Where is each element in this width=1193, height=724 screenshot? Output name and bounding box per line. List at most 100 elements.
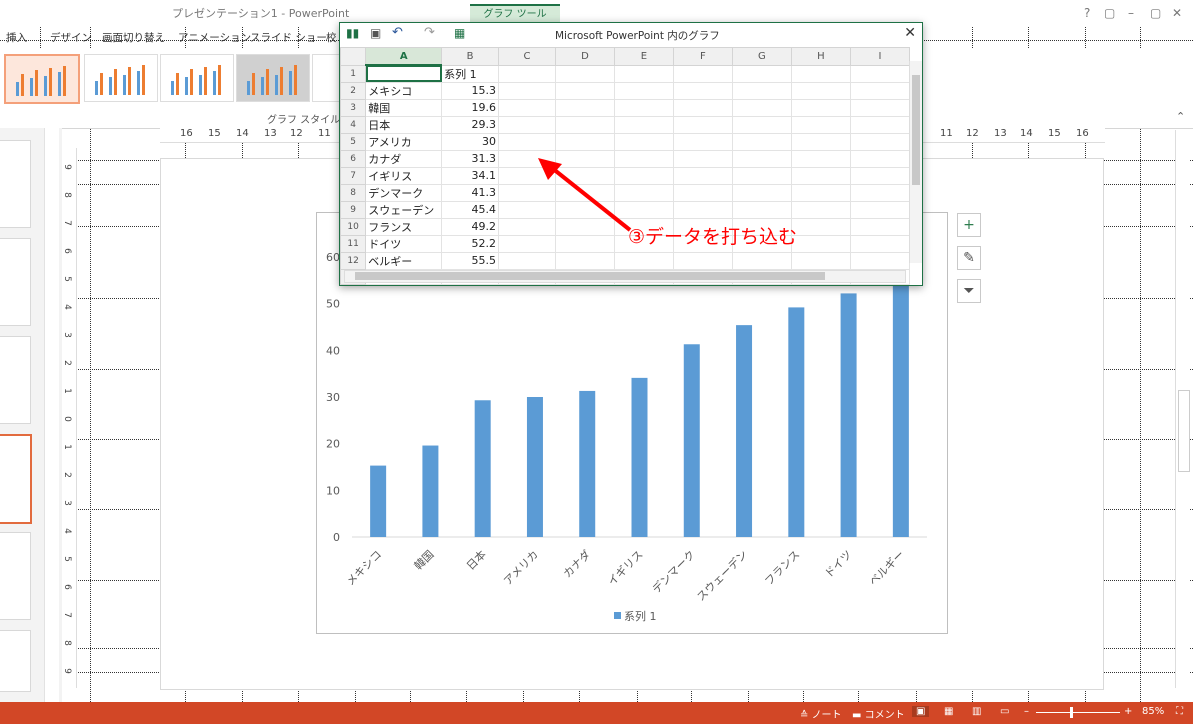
cell[interactable] <box>790 81 851 100</box>
cell[interactable] <box>790 251 851 270</box>
cell[interactable] <box>790 98 851 117</box>
cell[interactable] <box>849 64 911 83</box>
notes-button[interactable]: ≙ ノート <box>800 706 842 721</box>
cell-value[interactable]: 15.3 <box>441 81 500 100</box>
cell[interactable] <box>672 149 733 168</box>
slide-thumbnail[interactable] <box>0 140 31 228</box>
cell-value[interactable]: 19.6 <box>441 98 500 117</box>
cell-label[interactable]: メキシコ <box>365 81 443 100</box>
row-header[interactable]: 1 <box>339 64 367 83</box>
zoom-slider-thumb[interactable] <box>1070 707 1073 718</box>
cell-value[interactable]: 41.3 <box>441 183 500 202</box>
cell[interactable] <box>554 132 615 151</box>
cell-a1[interactable] <box>365 64 443 83</box>
reading-view-icon[interactable]: ▥ <box>972 706 981 717</box>
tab-review[interactable]: 校 <box>326 30 337 45</box>
edit-in-excel-icon[interactable]: ▦ <box>454 26 465 40</box>
restore-icon[interactable]: ▢ <box>1150 6 1161 20</box>
chart-style-5[interactable] <box>312 54 340 102</box>
cell[interactable] <box>731 132 792 151</box>
select-all-corner[interactable] <box>339 47 367 66</box>
row-header[interactable]: 3 <box>339 98 367 117</box>
chart-style-2[interactable] <box>84 54 158 102</box>
zoom-out-icon[interactable]: – <box>1024 706 1029 717</box>
cell-label[interactable]: 韓国 <box>365 98 443 117</box>
tab-animations[interactable]: アニメーション <box>178 30 251 45</box>
cell[interactable] <box>613 132 674 151</box>
cell[interactable] <box>849 115 911 134</box>
chart-elements-button[interactable]: + <box>957 213 981 237</box>
cell-value[interactable]: 52.2 <box>441 234 500 253</box>
cell[interactable] <box>672 166 733 185</box>
cell[interactable] <box>849 81 911 100</box>
cell[interactable] <box>790 64 851 83</box>
undo-icon[interactable]: ↶ <box>392 25 403 40</box>
cell[interactable] <box>849 132 911 151</box>
scroll-thumb[interactable] <box>912 75 920 185</box>
cell-value[interactable]: 49.2 <box>441 217 500 236</box>
cell[interactable] <box>672 132 733 151</box>
column-header[interactable]: F <box>672 47 733 66</box>
comments-button[interactable]: ▬ コメント <box>852 706 905 721</box>
slide-vertical-scrollbar[interactable] <box>1175 130 1190 688</box>
chart-style-4[interactable] <box>236 54 310 102</box>
slide-thumbnail[interactable] <box>0 630 31 692</box>
chart-filters-button[interactable]: ⏷ <box>957 279 981 303</box>
cell[interactable] <box>849 149 911 168</box>
cell-label[interactable]: ドイツ <box>365 234 443 253</box>
chart-style-3[interactable] <box>160 54 234 102</box>
cell[interactable] <box>849 183 911 202</box>
cell[interactable] <box>731 200 792 219</box>
slide-thumbnail[interactable] <box>0 532 31 620</box>
cell[interactable] <box>554 115 615 134</box>
cell[interactable] <box>731 64 792 83</box>
row-header[interactable]: 7 <box>339 166 367 185</box>
cell[interactable] <box>498 115 556 134</box>
cell[interactable] <box>672 200 733 219</box>
cell[interactable] <box>790 132 851 151</box>
cell[interactable] <box>790 183 851 202</box>
cell[interactable] <box>613 98 674 117</box>
slide-thumbnail[interactable] <box>0 336 31 424</box>
help-icon[interactable]: ? <box>1084 6 1090 20</box>
tab-transitions[interactable]: 画面切り替え <box>102 30 165 45</box>
cell[interactable] <box>731 166 792 185</box>
scroll-thumb[interactable] <box>1178 390 1190 472</box>
column-header[interactable]: A <box>365 47 443 66</box>
cell-value[interactable]: 31.3 <box>441 149 500 168</box>
cell[interactable] <box>498 132 556 151</box>
column-header[interactable]: C <box>498 47 556 66</box>
cell[interactable] <box>672 98 733 117</box>
tab-insert[interactable]: 挿入 <box>6 30 27 45</box>
zoom-slider[interactable] <box>1036 712 1120 713</box>
cell-b1[interactable]: 系列 1 <box>441 64 500 83</box>
cell[interactable] <box>790 200 851 219</box>
cell-value[interactable]: 55.5 <box>441 251 500 270</box>
cell-label[interactable]: イギリス <box>365 166 443 185</box>
cell-value[interactable]: 30 <box>441 132 500 151</box>
scroll-thumb[interactable] <box>355 272 825 280</box>
column-header[interactable]: B <box>441 47 500 66</box>
cell[interactable] <box>554 251 615 270</box>
zoom-level[interactable]: 85% <box>1142 706 1164 717</box>
cell[interactable] <box>731 115 792 134</box>
cell[interactable] <box>849 217 911 236</box>
cell[interactable] <box>849 200 911 219</box>
fit-to-window-icon[interactable]: ⛶ <box>1176 706 1183 717</box>
cell[interactable] <box>790 166 851 185</box>
cell[interactable] <box>613 251 674 270</box>
close-icon[interactable]: ✕ <box>1172 6 1182 20</box>
cell-value[interactable]: 45.4 <box>441 200 500 219</box>
slide-sorter-icon[interactable]: ▦ <box>944 706 953 717</box>
cell-value[interactable]: 34.1 <box>441 166 500 185</box>
chart-styles-button[interactable]: ✎ <box>957 246 981 270</box>
row-header[interactable]: 8 <box>339 183 367 202</box>
cell-label[interactable]: スウェーデン <box>365 200 443 219</box>
cell[interactable] <box>849 98 911 117</box>
column-header[interactable]: H <box>790 47 851 66</box>
tab-design[interactable]: デザイン <box>50 30 92 45</box>
row-header[interactable]: 2 <box>339 81 367 100</box>
cell[interactable] <box>672 183 733 202</box>
cell[interactable] <box>790 217 851 236</box>
cell-label[interactable]: デンマーク <box>365 183 443 202</box>
